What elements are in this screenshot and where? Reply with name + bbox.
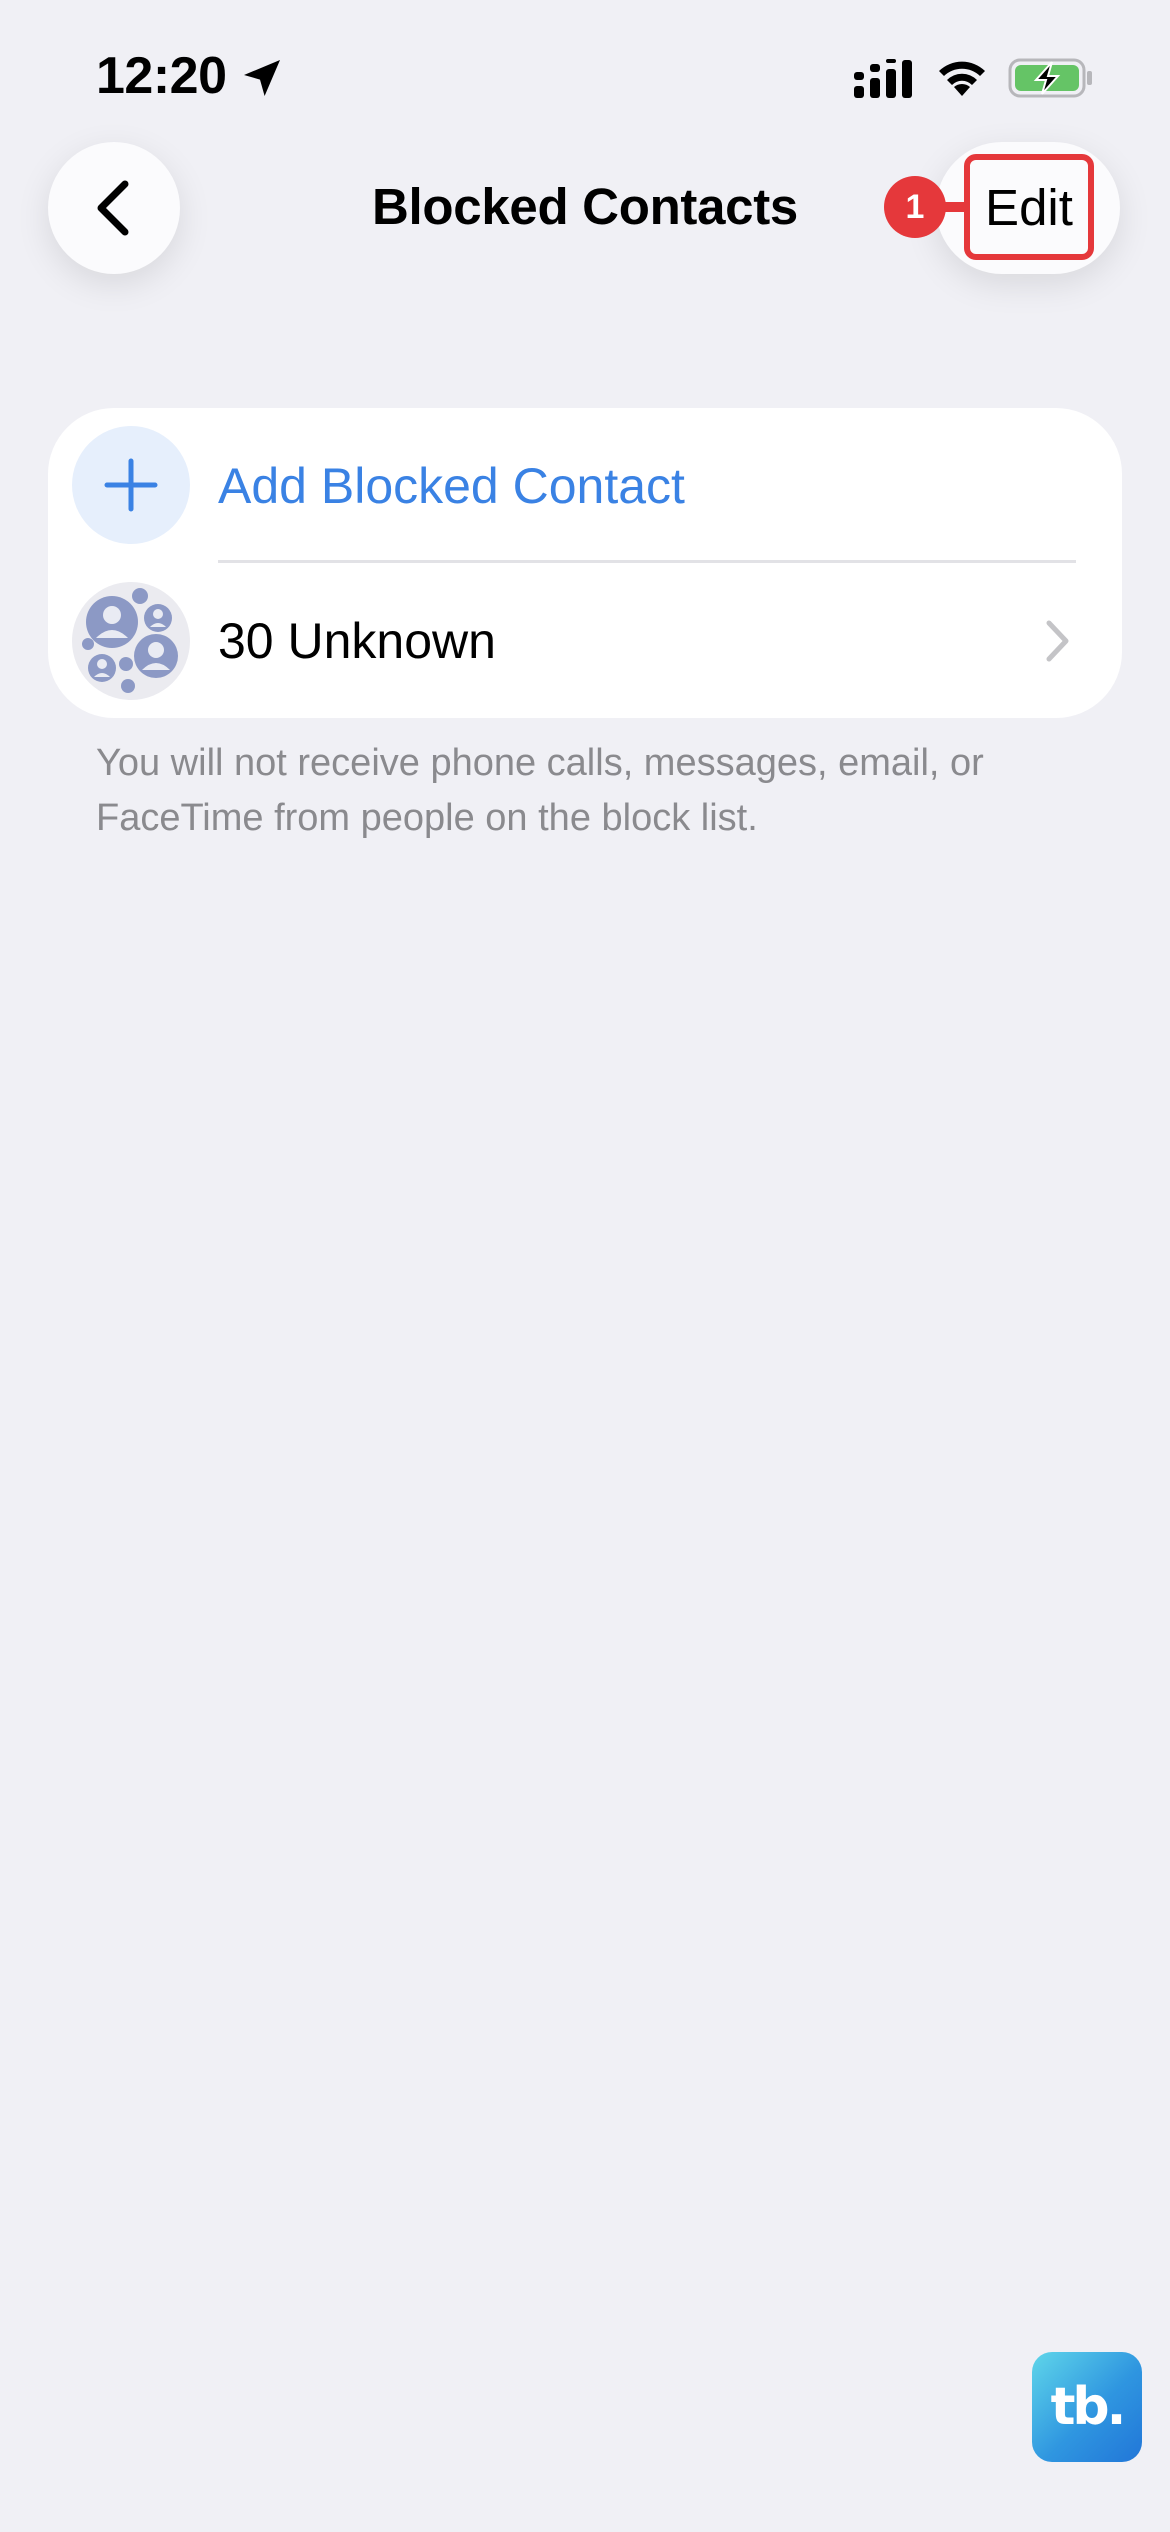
status-bar: 12:20 bbox=[0, 0, 1170, 140]
add-blocked-contact-row[interactable]: Add Blocked Contact bbox=[48, 408, 1122, 563]
plus-icon bbox=[72, 426, 190, 544]
chevron-right-icon bbox=[1046, 620, 1069, 662]
brand-watermark-logo: tb. bbox=[1032, 2352, 1142, 2462]
unknown-contacts-row[interactable]: 30 Unknown bbox=[48, 564, 1122, 718]
step-badge: 1 bbox=[884, 176, 946, 238]
row-divider bbox=[218, 560, 1076, 563]
blocked-contacts-list: Add Blocked Contact 30 Unknown bbox=[48, 408, 1122, 718]
add-blocked-contact-label: Add Blocked Contact bbox=[218, 458, 685, 514]
cellular-signal-icon bbox=[854, 59, 912, 98]
group-avatar-icon bbox=[72, 582, 190, 700]
page-title: Blocked Contacts bbox=[372, 178, 798, 235]
location-arrow-icon bbox=[244, 60, 280, 96]
battery-charging-icon bbox=[1008, 58, 1092, 98]
chevron-left-icon bbox=[97, 180, 129, 236]
wifi-icon bbox=[939, 61, 985, 96]
unknown-contacts-label: 30 Unknown bbox=[218, 613, 496, 669]
back-button[interactable] bbox=[48, 142, 180, 274]
annotation-connector bbox=[944, 202, 966, 212]
edit-button[interactable]: Edit bbox=[964, 154, 1094, 260]
block-list-footnote: You will not receive phone calls, messag… bbox=[96, 742, 984, 839]
status-time: 12:20 bbox=[96, 47, 227, 105]
